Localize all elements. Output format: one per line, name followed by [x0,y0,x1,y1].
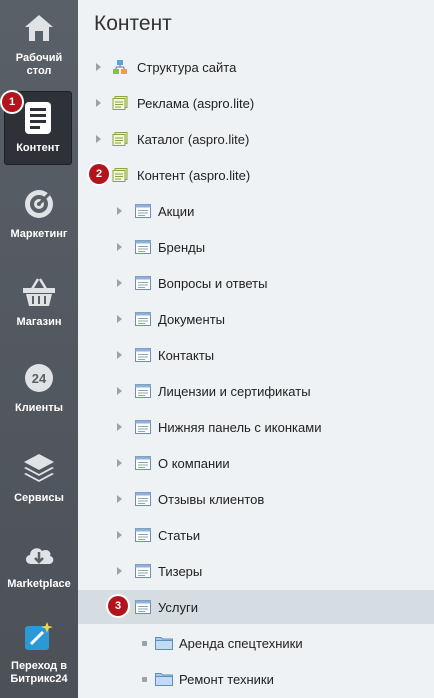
tree-item[interactable]: Вопросы и ответы [78,266,434,300]
iblock-icon [135,564,151,578]
home-icon [21,10,57,46]
page-title: Контент [94,12,172,35]
iblock-icon [135,240,151,254]
tree-item-label: Аренда спецтехники [179,636,303,651]
tree-item-label: Тизеры [158,564,203,579]
target-icon [21,186,57,222]
folder-icon [155,672,173,686]
expand-arrow-icon[interactable] [117,531,122,539]
tree-item-label: Нижняя панель с иконками [158,420,322,435]
tree-item[interactable]: Тизеры [78,554,434,588]
tree-item[interactable]: Ремонт техники [78,662,434,696]
svg-text:24: 24 [32,371,47,386]
iblock-icon [135,492,151,506]
tree-item-label: Отзывы клиентов [158,492,265,507]
tree-item[interactable]: Контент (aspro.lite) [78,158,434,192]
expand-arrow-icon[interactable] [117,315,122,323]
tree-item[interactable]: Акции [78,194,434,228]
layers-icon [21,450,57,486]
rail-item-label: Маркетинг [10,228,68,240]
tree-item[interactable]: Контакты [78,338,434,372]
expand-arrow-icon[interactable] [96,99,101,107]
expand-arrow-icon[interactable] [117,279,122,287]
rail-item-label: Сервисы [14,492,64,504]
rail-item-label: Переход в Битрикс24 [10,660,68,685]
bullet-icon [142,677,147,682]
rail-item-desktop[interactable]: Рабочий стол [0,10,78,78]
expand-arrow-icon[interactable] [117,423,122,431]
iblock-icon [135,528,151,542]
iblock-type-icon [112,96,128,110]
rail-item-label: Контент [16,142,60,154]
bullet-icon [142,641,147,646]
tree-item[interactable]: О компании [78,446,434,480]
rail-item-clients[interactable]: 24 Клиенты [0,360,78,415]
tree-item-label: О компании [158,456,230,471]
expand-arrow-icon[interactable] [117,387,122,395]
tree-item-label: Лицензии и сертификаты [158,384,311,399]
tree-item-label: Статьи [158,528,201,543]
tree-item-label: Структура сайта [137,60,237,75]
cloud-download-icon [21,536,57,572]
callout-badge-3: 3 [108,596,128,616]
iblock-icon [135,312,151,326]
expand-arrow-icon[interactable] [117,567,122,575]
rail-item-marketing[interactable]: Маркетинг [0,186,78,241]
tree-item-label: Бренды [158,240,206,255]
tree-item[interactable]: Услуги [78,590,434,624]
callout-badge-1: 1 [2,92,22,112]
tree-item-label: Документы [158,312,226,327]
tree-item[interactable]: Бренды [78,230,434,264]
tree-item[interactable]: Нижняя панель с иконками [78,410,434,444]
tree-item-label: Ремонт техники [179,672,274,687]
iblock-icon [135,204,151,218]
iblock-icon [135,276,151,290]
tree-item-label: Акции [158,204,195,219]
tree-item-label: Услуги [158,600,198,615]
document-icon [20,100,56,136]
iblock-type-icon [112,132,128,146]
tree-item[interactable]: Структура сайта [78,50,434,84]
tree-item-label: Вопросы и ответы [158,276,268,291]
tree-item-label: Контакты [158,348,215,363]
iblock-icon [135,600,151,614]
expand-arrow-icon[interactable] [96,63,101,71]
tree-item[interactable]: Реклама (aspro.lite) [78,86,434,120]
tree-item-label: Реклама (aspro.lite) [137,96,255,111]
rail-item-shop[interactable]: Магазин [0,274,78,329]
tree-item[interactable]: Лицензии и сертификаты [78,374,434,408]
tree-item[interactable]: Статьи [78,518,434,552]
folder-icon [155,636,173,650]
rail-item-label: Магазин [16,316,62,328]
expand-arrow-icon[interactable] [117,495,122,503]
rail-item-bitrix24[interactable]: Переход в Битрикс24 [0,618,78,686]
tree-item[interactable]: Аренда спецтехники [78,626,434,660]
callout-badge-2: 2 [89,164,109,184]
rail-item-label: Рабочий стол [15,52,63,77]
expand-arrow-icon[interactable] [117,243,122,251]
expand-arrow-icon[interactable] [96,135,101,143]
basket-icon [21,274,57,310]
clients-24-icon: 24 [21,360,57,396]
iblock-icon [135,348,151,362]
tree-item[interactable]: Документы [78,302,434,336]
expand-arrow-icon[interactable] [117,459,122,467]
site-structure-icon [112,59,128,74]
tree-item-label: Контент (aspro.lite) [137,168,251,183]
iblock-type-icon [112,168,128,182]
main-panel: Контент Структура сайта Реклама (aspro.li… [78,0,434,698]
tree-item-label: Каталог (aspro.lite) [137,132,250,147]
iblock-icon [135,456,151,470]
rail-item-label: Клиенты [14,402,63,414]
expand-arrow-icon[interactable] [117,351,122,359]
tree-item[interactable]: Отзывы клиентов [78,482,434,516]
tree-item[interactable]: Каталог (aspro.lite) [78,122,434,156]
rail-item-label: Marketplace [7,578,71,590]
magic-wand-icon [21,618,57,654]
iblock-icon [135,384,151,398]
rail-item-services[interactable]: Сервисы [0,450,78,505]
expand-arrow-icon[interactable] [117,207,122,215]
rail-item-marketplace[interactable]: Marketplace [0,536,78,591]
iblock-icon [135,420,151,434]
